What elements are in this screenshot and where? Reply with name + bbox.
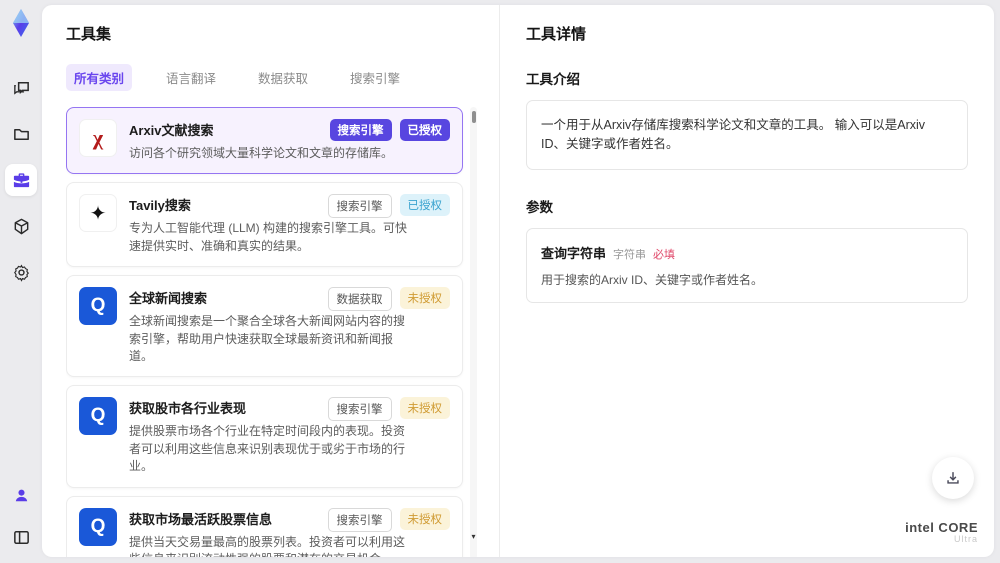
chat-icon[interactable] [5, 72, 37, 104]
list-scrollbar[interactable]: ▾ [470, 107, 477, 557]
tavily-star-icon: ✦ [79, 194, 117, 233]
brand-line2: Ultra [953, 534, 978, 545]
package-icon[interactable] [5, 210, 37, 242]
toolset-column: 工具集 所有类别 语言翻译 数据获取 搜索引擎 χ Arxiv文献搜索 搜索引擎… [42, 5, 500, 557]
tool-card-active-stocks[interactable]: Q 获取市场最活跃股票信息 搜索引擎 未授权 提供当天交易量最高的股票列表。投资… [66, 495, 463, 557]
tool-name: 获取市场最活跃股票信息 [129, 511, 273, 527]
category-tabs: 所有类别 语言翻译 数据获取 搜索引擎 [66, 64, 477, 91]
tool-name: Tavily搜索 [129, 198, 191, 214]
tab-all-categories[interactable]: 所有类别 [66, 64, 133, 91]
param-type: 字符串 [613, 248, 647, 261]
left-rail [0, 0, 42, 563]
parameter-item: 查询字符串 字符串 必填 用于搜索的Arxiv ID、关键字或作者姓名。 [526, 227, 968, 303]
tool-name: Arxiv文献搜索 [129, 123, 214, 138]
tool-name: 获取股市各行业表现 [129, 401, 247, 417]
tool-description: 专为人工智能代理 (LLM) 构建的搜索引擎工具。可快速提供实时、准确和真实的结… [129, 221, 408, 253]
auth-badge: 未授权 [399, 287, 450, 310]
stock-sector-icon: Q [79, 397, 117, 436]
tool-card-stock-sector[interactable]: Q 获取股市各行业表现 搜索引擎 未授权 提供股票市场各个行业在特定时间段内的表… [66, 385, 463, 488]
tab-data-fetch[interactable]: 数据获取 [250, 64, 316, 91]
param-required-flag: 必填 [653, 248, 676, 261]
download-button[interactable] [932, 457, 974, 499]
intro-text-box: 一个用于从Arxiv存储库搜索科学论文和文章的工具。 输入可以是Arxiv ID… [526, 100, 968, 170]
param-name: 查询字符串 [541, 245, 607, 261]
tab-translation[interactable]: 语言翻译 [158, 64, 224, 91]
category-badge: 数据获取 [327, 287, 392, 312]
settings-gear-icon[interactable] [5, 256, 37, 288]
app-logo-icon[interactable] [6, 8, 36, 38]
tool-card-arxiv[interactable]: χ Arxiv文献搜索 搜索引擎 已授权 访问各个研究领域大量科学论文和文章的存… [66, 107, 463, 175]
folder-icon[interactable] [5, 118, 37, 150]
brand-line1: intel CORE [905, 519, 978, 535]
auth-badge: 未授权 [399, 397, 450, 420]
arxiv-icon: χ [79, 119, 117, 157]
tool-card-tavily[interactable]: ✦ Tavily搜索 搜索引擎 已授权 专为人工智能代理 (LLM) 构建的搜索… [66, 182, 463, 268]
tool-description: 全球新闻搜索是一个聚合全球各大新闻网站内容的搜索引擎，帮助用户快速获取全球最新资… [129, 314, 406, 363]
category-badge: 搜索引擎 [327, 194, 392, 219]
tab-search-engine[interactable]: 搜索引擎 [342, 64, 408, 91]
main-panel: 工具集 所有类别 语言翻译 数据获取 搜索引擎 χ Arxiv文献搜索 搜索引擎… [42, 5, 994, 557]
auth-badge: 已授权 [399, 119, 450, 141]
scrollbar-thumb[interactable] [471, 111, 476, 123]
scrollbar-down-arrow[interactable]: ▾ [470, 532, 477, 541]
page-title: 工具集 [66, 26, 112, 43]
auth-badge: 未授权 [399, 507, 450, 530]
tool-description: 访问各个研究领域大量科学论文和文章的存储库。 [129, 146, 394, 160]
tool-detail-column: 工具详情 工具介绍 一个用于从Arxiv存储库搜索科学论文和文章的工具。 输入可… [500, 5, 994, 557]
toolbox-icon[interactable] [5, 164, 37, 196]
category-badge: 搜索引擎 [329, 119, 392, 141]
tool-name: 全球新闻搜索 [129, 291, 208, 307]
category-badge: 搜索引擎 [327, 397, 392, 422]
category-badge: 搜索引擎 [327, 507, 392, 532]
tool-card-global-news[interactable]: Q 全球新闻搜索 数据获取 未授权 全球新闻搜索是一个聚合全球各大新闻网站内容的… [66, 275, 463, 378]
tool-description: 提供股票市场各个行业在特定时间段内的表现。投资者可以利用这些信息来识别表现优于或… [129, 424, 406, 474]
tool-description: 提供当天交易量最高的股票列表。投资者可以利用这些信息来识别流动性强的股票和潜在的… [129, 534, 406, 557]
auth-badge: 已授权 [399, 194, 450, 217]
param-description: 用于搜索的Arxiv ID、关键字或作者姓名。 [541, 272, 764, 287]
intro-heading: 工具介绍 [526, 72, 580, 87]
active-stock-icon: Q [79, 507, 117, 546]
collapse-panel-icon[interactable] [5, 521, 37, 553]
news-search-icon: Q [79, 287, 117, 326]
detail-title: 工具详情 [526, 26, 587, 43]
tool-list: χ Arxiv文献搜索 搜索引擎 已授权 访问各个研究领域大量科学论文和文章的存… [66, 107, 477, 557]
params-heading: 参数 [526, 199, 553, 215]
user-avatar-icon[interactable] [5, 479, 37, 511]
intel-core-logo: intel CORE Ultra [905, 519, 978, 545]
